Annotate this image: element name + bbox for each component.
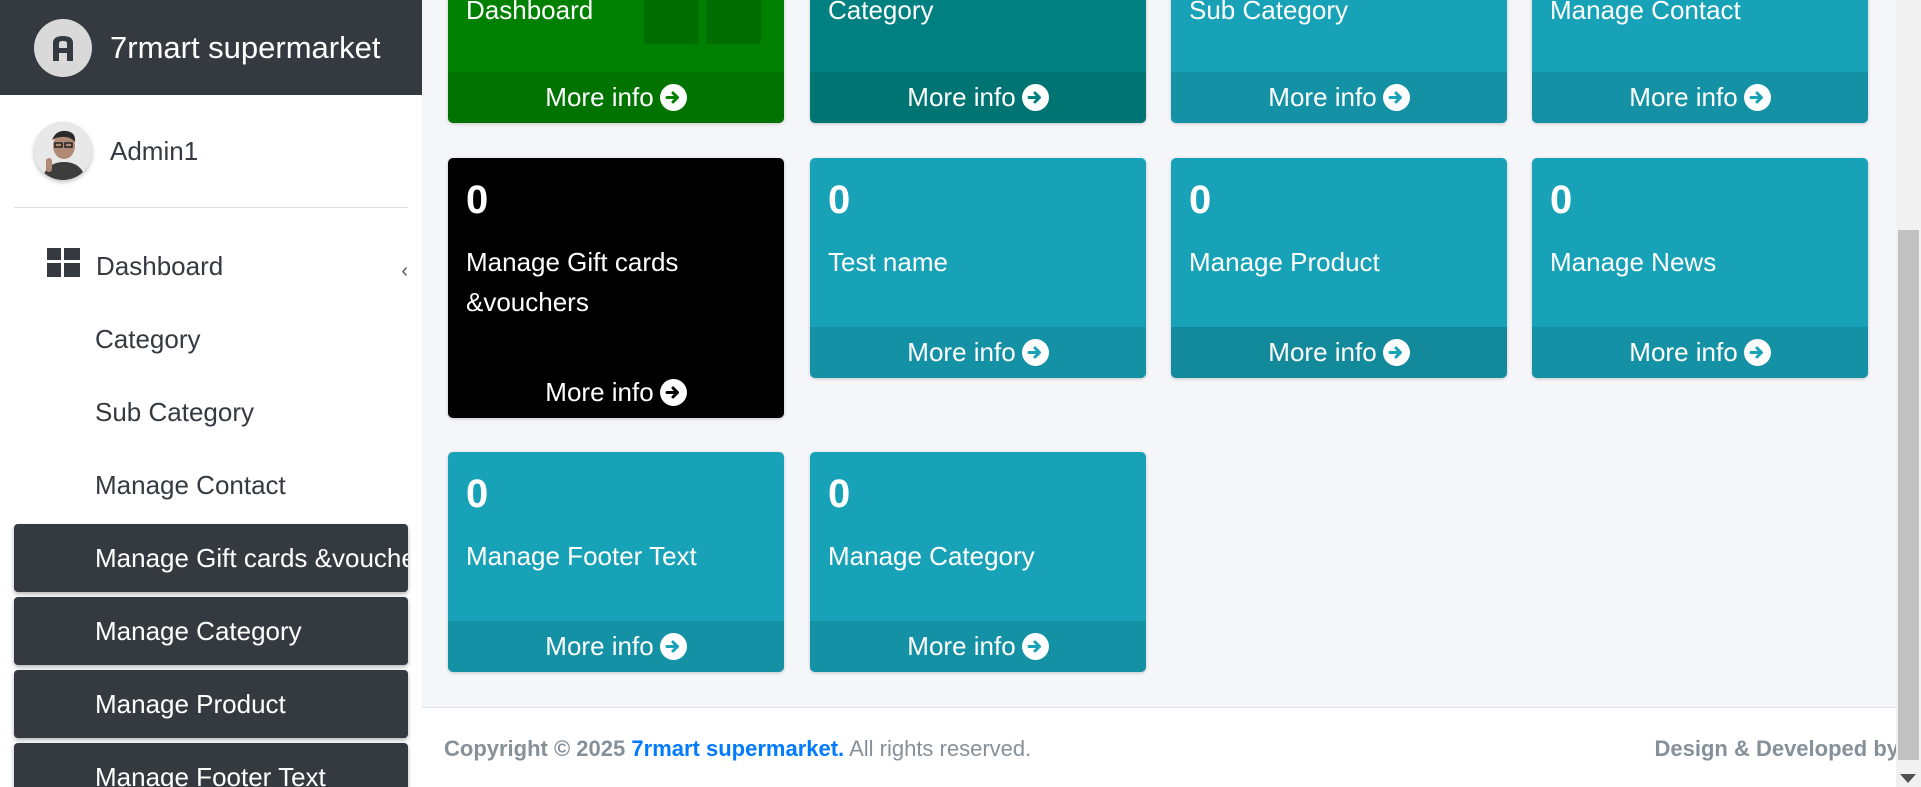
scroll-down-arrow-icon[interactable] (1900, 774, 1916, 783)
sidebar-item-manage-product[interactable]: Manage Product (14, 670, 408, 738)
sidebar-item-label: Manage Gift cards &vouchers (95, 542, 408, 573)
sidebar-item-label: Manage Footer Text (95, 761, 326, 787)
user-name: Admin1 (110, 135, 199, 166)
sidebar-item-manage-category[interactable]: Manage Category (14, 597, 408, 665)
sidebar-item-label: Manage Product (95, 688, 286, 719)
angle-left-icon: ‹ (401, 260, 408, 282)
page-scrollbar[interactable] (1896, 0, 1921, 787)
scrollbar-thumb[interactable] (1898, 230, 1919, 760)
sidebar-item-category[interactable]: Category (14, 305, 408, 373)
box-count: 0 (828, 472, 851, 516)
arrow-circle-right-icon (1743, 84, 1771, 111)
copyright-brand-link[interactable]: 7rmart supermarket. (631, 736, 844, 761)
small-box-manage-gift-cards: 0 Manage Gift cards &vouchers More info (448, 158, 784, 418)
dashboard-grid-icon (47, 248, 80, 284)
arrow-circle-right-icon (659, 633, 687, 660)
more-info-link[interactable]: More info (448, 72, 784, 123)
box-count: 0 (466, 472, 489, 516)
small-box-manage-contact: Manage Contact More info (1532, 0, 1868, 123)
sidebar-item-label: Sub Category (95, 396, 254, 427)
more-info-link[interactable]: More info (1532, 72, 1868, 123)
more-info-label: More info (907, 337, 1016, 367)
user-avatar (34, 122, 92, 180)
small-box-manage-product: 0 Manage Product More info (1171, 158, 1507, 378)
arrow-circle-right-icon (1021, 339, 1049, 366)
more-info-label: More info (545, 631, 654, 661)
box-count: 0 (466, 178, 489, 222)
sidebar: 7rmart supermarket Admin1 Dashboard ‹ Ca… (0, 0, 422, 787)
box-count: 0 (1189, 178, 1212, 222)
copyright-prefix: Copyright © 2025 (444, 736, 626, 761)
arrow-circle-right-icon (1382, 84, 1410, 111)
sidebar-item-dashboard[interactable]: Dashboard ‹ (14, 232, 408, 300)
more-info-label: More info (1629, 82, 1738, 112)
user-panel[interactable]: Admin1 (14, 95, 408, 208)
more-info-label: More info (907, 631, 1016, 661)
small-box-category: Category More info (810, 0, 1146, 123)
box-label: Manage Category (828, 541, 1035, 571)
box-label: Manage News (1550, 247, 1717, 277)
small-box-manage-news: 0 Manage News More info (1532, 158, 1868, 378)
more-info-link[interactable]: More info (1532, 327, 1868, 378)
arrow-circle-right-icon (1382, 339, 1410, 366)
more-info-label: More info (1268, 82, 1377, 112)
more-info-link[interactable]: More info (448, 367, 784, 418)
copyright-suffix: All rights reserved. (849, 736, 1032, 761)
box-label: Manage Contact (1550, 0, 1741, 25)
main-content: Dashboard More info Category More info S… (422, 0, 1899, 787)
sidebar-item-label: Manage Contact (95, 469, 286, 500)
box-decorative-icon (644, 0, 761, 48)
arrow-circle-right-icon (1021, 84, 1049, 111)
designed-by-text: Design & Developed by (1654, 736, 1899, 761)
box-count: 0 (1550, 178, 1573, 222)
small-box-dashboard: Dashboard More info (448, 0, 784, 123)
sidebar-item-manage-footer-text[interactable]: Manage Footer Text (14, 743, 408, 787)
more-info-label: More info (1629, 337, 1738, 367)
sidebar-item-manage-gift-cards[interactable]: Manage Gift cards &vouchers (14, 524, 408, 592)
more-info-label: More info (545, 82, 654, 112)
copyright-text: Copyright © 2025 7rmart supermarket. All… (444, 736, 1031, 762)
brand-link[interactable]: 7rmart supermarket (0, 0, 422, 95)
small-box-sub-category: Sub Category More info (1171, 0, 1507, 123)
more-info-link[interactable]: More info (810, 72, 1146, 123)
box-label: Sub Category (1189, 0, 1348, 25)
sidebar-item-sub-category[interactable]: Sub Category (14, 378, 408, 446)
more-info-link[interactable]: More info (1171, 327, 1507, 378)
more-info-label: More info (907, 82, 1016, 112)
box-count: 0 (828, 178, 851, 222)
box-label: Test name (828, 247, 948, 277)
more-info-label: More info (1268, 337, 1377, 367)
small-box-test-name: 0 Test name More info (810, 158, 1146, 378)
brand-name: 7rmart supermarket (110, 29, 381, 65)
box-label: Category (828, 0, 934, 25)
arrow-circle-right-icon (659, 84, 687, 111)
arrow-circle-right-icon (1743, 339, 1771, 366)
sidebar-item-label: Dashboard (96, 250, 224, 281)
more-info-label: More info (545, 377, 654, 407)
arrow-circle-right-icon (1021, 633, 1049, 660)
box-label: Manage Gift cards &vouchers (466, 247, 679, 317)
small-box-manage-footer-text: 0 Manage Footer Text More info (448, 452, 784, 672)
more-info-link[interactable]: More info (1171, 72, 1507, 123)
sidebar-item-label: Manage Category (95, 615, 302, 646)
sidebar-item-manage-contact[interactable]: Manage Contact (14, 451, 408, 519)
box-label: Manage Product (1189, 247, 1380, 277)
box-label: Manage Footer Text (466, 541, 697, 571)
more-info-link[interactable]: More info (810, 327, 1146, 378)
adminlte-logo-icon (34, 18, 92, 77)
arrow-circle-right-icon (659, 379, 687, 406)
sidebar-nav: Dashboard ‹ Category Sub Category Manage… (14, 232, 408, 787)
small-box-manage-category: 0 Manage Category More info (810, 452, 1146, 672)
more-info-link[interactable]: More info (810, 621, 1146, 672)
main-footer: Copyright © 2025 7rmart supermarket. All… (422, 707, 1899, 787)
more-info-link[interactable]: More info (448, 621, 784, 672)
sidebar-item-label: Category (95, 323, 201, 354)
